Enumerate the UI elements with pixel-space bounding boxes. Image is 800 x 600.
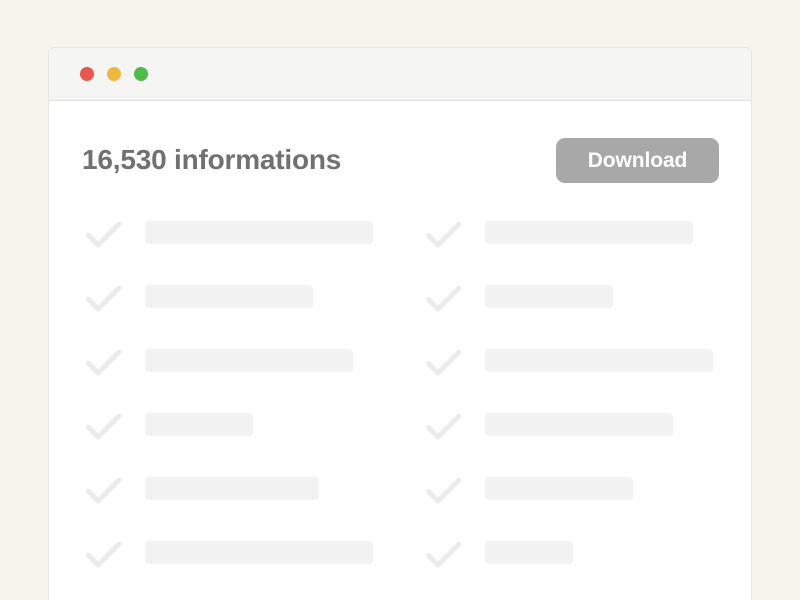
check-icon[interactable] [86, 221, 122, 249]
check-icon[interactable] [426, 541, 462, 569]
window-controls [80, 67, 148, 81]
list-item[interactable] [422, 541, 751, 600]
list-item[interactable] [82, 285, 411, 349]
list-column-left [82, 221, 411, 600]
list-column-right [422, 221, 751, 600]
minimize-button-icon[interactable] [107, 67, 121, 81]
placeholder-bar [485, 541, 573, 564]
placeholder-bar [145, 349, 353, 372]
zoom-button-icon[interactable] [134, 67, 148, 81]
list-item[interactable] [82, 349, 411, 413]
check-icon[interactable] [426, 221, 462, 249]
list-item[interactable] [422, 413, 751, 477]
placeholder-bar [145, 541, 373, 564]
list-item[interactable] [422, 221, 751, 285]
placeholder-bar [485, 221, 693, 244]
list-item[interactable] [82, 541, 411, 600]
placeholder-bar [145, 221, 373, 244]
check-icon[interactable] [426, 477, 462, 505]
list-item[interactable] [82, 477, 411, 541]
list-item[interactable] [82, 221, 411, 285]
check-icon[interactable] [86, 541, 122, 569]
list-item[interactable] [82, 413, 411, 477]
placeholder-bar [145, 285, 313, 308]
check-icon[interactable] [86, 477, 122, 505]
placeholder-bar [485, 285, 613, 308]
download-button[interactable]: Download [556, 138, 719, 183]
placeholder-bar [145, 413, 253, 436]
check-icon[interactable] [426, 349, 462, 377]
check-icon[interactable] [86, 285, 122, 313]
placeholder-bar [145, 477, 319, 500]
informations-list [49, 221, 751, 600]
check-icon[interactable] [86, 349, 122, 377]
app-window: 16,530 informations Download [48, 47, 752, 600]
placeholder-bar [485, 413, 673, 436]
page-title: 16,530 informations [82, 144, 342, 175]
close-button-icon[interactable] [80, 67, 94, 81]
check-icon[interactable] [426, 413, 462, 441]
placeholder-bar [485, 477, 633, 500]
app-root: 16,530 informations Download [0, 0, 800, 600]
placeholder-bar [485, 349, 713, 372]
list-item[interactable] [422, 349, 751, 413]
check-icon[interactable] [426, 285, 462, 313]
window-content: 16,530 informations Download [49, 101, 751, 600]
list-item[interactable] [422, 285, 751, 349]
check-icon[interactable] [86, 413, 122, 441]
window-titlebar [49, 48, 751, 101]
list-item[interactable] [422, 477, 751, 541]
